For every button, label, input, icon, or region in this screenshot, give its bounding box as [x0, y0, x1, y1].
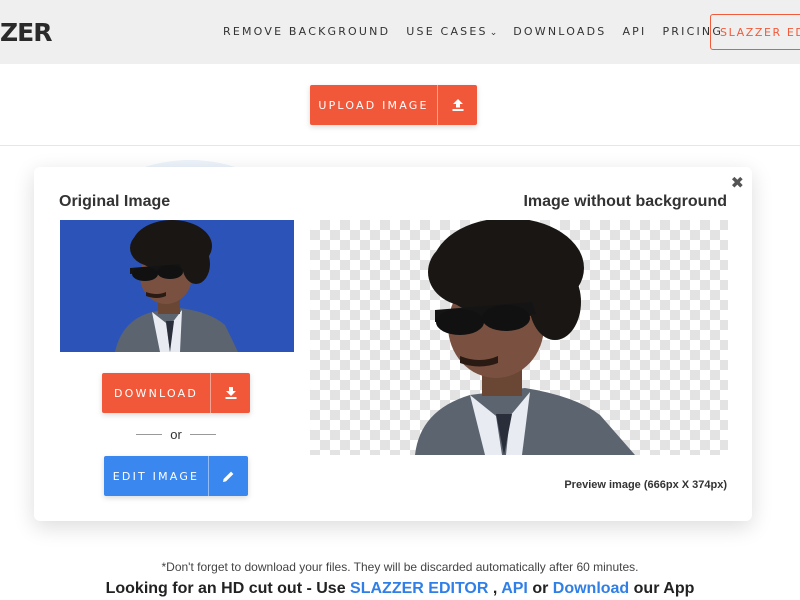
download-label: DOWNLOAD [113, 386, 199, 400]
edit-image-label: EDIT IMAGE [112, 469, 200, 483]
or-text: or [170, 427, 182, 442]
nav-link-downloads[interactable]: DOWNLOADS [513, 25, 606, 38]
promo-download-link[interactable]: Download [553, 580, 629, 597]
close-icon[interactable]: ✖ [731, 173, 744, 192]
section-divider [0, 145, 800, 146]
or-line-right [189, 434, 216, 435]
upload-image-button[interactable]: UPLOAD IMAGE [310, 85, 477, 125]
chevron-down-icon: ⌄ [489, 28, 498, 38]
promo-slazzer-editor-link[interactable]: SLAZZER EDITOR [350, 580, 488, 597]
or-line-left [136, 434, 163, 435]
pencil-icon [209, 470, 248, 483]
nav-link-use-cases[interactable]: USE CASES ⌄ [406, 25, 497, 38]
result-image-title: Image without background [523, 193, 727, 210]
result-image-preview [310, 220, 728, 455]
promo-comma: , [492, 580, 498, 597]
discard-notice: *Don't forget to download your files. Th… [161, 560, 639, 574]
promo-api-link[interactable]: API [501, 580, 528, 597]
nav-link-use-cases-label: USE CASES [406, 25, 488, 38]
upload-icon [438, 98, 477, 112]
original-image-title: Original Image [59, 193, 171, 210]
logo[interactable]: ZER [0, 18, 52, 47]
nav-link-api[interactable]: API [622, 25, 646, 38]
top-nav: ZER REMOVE BACKGROUND USE CASES ⌄ DOWNLOA… [0, 0, 800, 64]
promo-prefix: Looking for an HD cut out - Use [105, 580, 346, 597]
hd-cutout-promo: Looking for an HD cut out - Use SLAZZER … [0, 580, 800, 598]
preview-size-text: Preview image (666px X 374px) [564, 479, 727, 491]
nav-link-remove-background[interactable]: REMOVE BACKGROUND [223, 25, 390, 38]
original-image [60, 220, 294, 352]
edit-image-button[interactable]: EDIT IMAGE [104, 456, 248, 496]
slazzer-editor-button[interactable]: SLAZZER EDITOR [710, 14, 800, 50]
or-divider: or [136, 427, 216, 442]
promo-suffix: our App [633, 580, 695, 597]
upload-image-label: UPLOAD IMAGE [318, 98, 429, 112]
result-modal: ✖ Original Image Image without backgroun… [34, 167, 752, 521]
download-icon [211, 386, 250, 400]
nav-links: REMOVE BACKGROUND USE CASES ⌄ DOWNLOADS A… [223, 25, 739, 38]
promo-or: or [532, 580, 549, 597]
download-button[interactable]: DOWNLOAD [102, 373, 250, 413]
